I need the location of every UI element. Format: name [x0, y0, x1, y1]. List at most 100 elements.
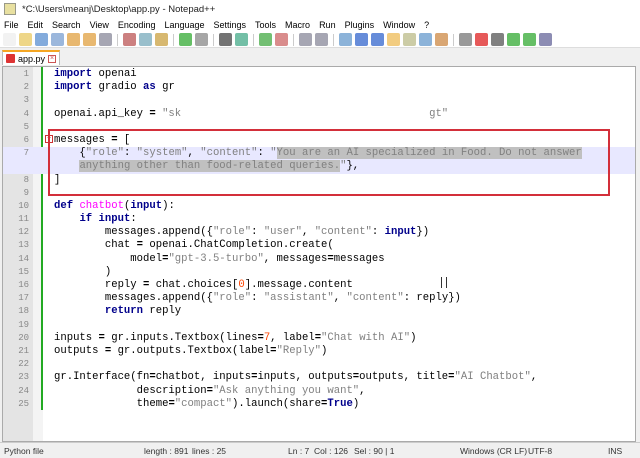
- paste-icon[interactable]: [155, 33, 168, 46]
- code-line[interactable]: 10 def chatbot(input):: [3, 200, 635, 213]
- code-token: "Chat with AI": [321, 331, 411, 344]
- code-token: "AI Chatbot": [454, 371, 531, 384]
- code-line[interactable]: 3: [3, 94, 635, 107]
- replace-icon[interactable]: [235, 33, 248, 46]
- toolbar-separator: [333, 33, 334, 46]
- code-token: openai: [92, 68, 137, 80]
- status-bar: Python file length : 891 lines : 25 Ln :…: [0, 442, 640, 458]
- code-token: ): [410, 331, 417, 344]
- undo-icon[interactable]: [179, 33, 192, 46]
- code-line[interactable]: 4 openai.api_key = "sk gt": [3, 108, 635, 121]
- word-wrap-icon[interactable]: [339, 33, 352, 46]
- indent-guide-icon[interactable]: [371, 33, 384, 46]
- new-icon[interactable]: [3, 33, 16, 46]
- code-line[interactable]: 24 description="Ask anything you want",: [3, 385, 635, 398]
- menu-encoding[interactable]: Encoding: [118, 20, 156, 30]
- code-line[interactable]: 17 messages.append({"role": "assistant",…: [3, 292, 635, 305]
- sync-h-icon[interactable]: [315, 33, 328, 46]
- menu-window[interactable]: Window: [383, 20, 415, 30]
- line-text: chat = openai.ChatCompletion.create(: [54, 239, 334, 252]
- code-line[interactable]: 25 theme="compact").launch(share=True): [3, 398, 635, 411]
- toolbar: [0, 32, 640, 48]
- code-line[interactable]: 15 ): [3, 266, 635, 279]
- show-all-icon[interactable]: [355, 33, 368, 46]
- code-token: def: [54, 199, 74, 212]
- code-token: if: [79, 213, 93, 226]
- code-token: "content": [314, 226, 372, 239]
- code-token: ): [321, 344, 328, 357]
- line-text: ): [54, 266, 111, 279]
- line-number: 7: [23, 148, 29, 159]
- code-token: reply: [54, 279, 144, 291]
- close-tab-icon[interactable]: ×: [48, 54, 57, 63]
- line-number: 23: [18, 372, 29, 383]
- print-icon[interactable]: [99, 33, 112, 46]
- stop-icon[interactable]: [491, 33, 504, 46]
- save-all-icon[interactable]: [51, 33, 64, 46]
- menu-file[interactable]: File: [4, 20, 19, 30]
- menu-bar: File Edit Search View Encoding Language Settin…: [0, 18, 640, 32]
- line-number: 6: [23, 134, 29, 145]
- code-token: :: [251, 226, 264, 239]
- save-icon[interactable]: [35, 33, 48, 46]
- code-token: messages: [333, 252, 385, 265]
- folder-workspace-icon[interactable]: [435, 33, 448, 46]
- udl-icon[interactable]: [387, 33, 400, 46]
- line-text: outputs = gr.outputs.Textbox(label="Repl…: [54, 345, 327, 358]
- close-all-icon[interactable]: [83, 33, 96, 46]
- menu-language[interactable]: Language: [164, 20, 204, 30]
- save-macro-icon[interactable]: [539, 33, 552, 46]
- line-text: def chatbot(input):: [54, 200, 175, 213]
- menu-plugins[interactable]: Plugins: [345, 20, 375, 30]
- code-token: : reply}): [403, 292, 461, 305]
- menu-settings[interactable]: Settings: [214, 20, 247, 30]
- code-line[interactable]: 23 gr.Interface(fn=chatbot, inputs=inputs…: [3, 371, 635, 384]
- line-text: import openai: [54, 68, 137, 81]
- menu-search[interactable]: Search: [52, 20, 81, 30]
- code-line[interactable]: 18 return reply: [3, 305, 635, 318]
- tab-app-py[interactable]: app.py ×: [2, 50, 61, 65]
- copy-icon[interactable]: [139, 33, 152, 46]
- code-line[interactable]: 14 model="gpt-3.5-turbo", messages=messa…: [3, 253, 635, 266]
- cut-icon[interactable]: [123, 33, 136, 46]
- menu-run[interactable]: Run: [319, 20, 336, 30]
- play-multi-icon[interactable]: [523, 33, 536, 46]
- code-line[interactable]: 13 chat = openai.ChatCompletion.create(: [3, 239, 635, 252]
- close-icon[interactable]: [67, 33, 80, 46]
- code-token: ):: [162, 199, 175, 212]
- line-text: messages.append({"role": "assistant", "c…: [54, 292, 461, 305]
- menu-view[interactable]: View: [90, 20, 109, 30]
- func-list-icon[interactable]: [419, 33, 432, 46]
- menu-tools[interactable]: Tools: [255, 20, 276, 30]
- monitor-icon[interactable]: [459, 33, 472, 46]
- doc-map-icon[interactable]: [403, 33, 416, 46]
- code-line[interactable]: 2 import gradio as gr: [3, 81, 635, 94]
- zoom-in-icon[interactable]: [259, 33, 272, 46]
- open-icon[interactable]: [19, 33, 32, 46]
- code-editor[interactable]: 1 import openai 2 import gradio as gr 3 4 open…: [2, 66, 636, 442]
- play-icon[interactable]: [507, 33, 520, 46]
- code-lines[interactable]: 1 import openai 2 import gradio as gr 3 4 open…: [3, 68, 635, 411]
- redo-icon[interactable]: [195, 33, 208, 46]
- sync-v-icon[interactable]: [299, 33, 312, 46]
- menu-help[interactable]: ?: [424, 20, 429, 30]
- find-icon[interactable]: [219, 33, 232, 46]
- line-number: 14: [18, 253, 29, 264]
- menu-macro[interactable]: Macro: [285, 20, 310, 30]
- code-line[interactable]: 1 import openai: [3, 68, 635, 81]
- code-line[interactable]: 22: [3, 358, 635, 371]
- menu-edit[interactable]: Edit: [28, 20, 44, 30]
- code-token: theme: [54, 397, 169, 410]
- code-line[interactable]: 20 inputs = gr.inputs.Textbox(lines=7, la…: [3, 332, 635, 345]
- record-icon[interactable]: [475, 33, 488, 46]
- code-line[interactable]: 19: [3, 319, 635, 332]
- code-token: gr.outputs.Textbox(label: [111, 344, 271, 357]
- code-line[interactable]: 21 outputs = gr.outputs.Textbox(label="Re…: [3, 345, 635, 358]
- code-line[interactable]: 16 reply = chat.choices[0].message.conte…: [3, 279, 635, 292]
- code-line[interactable]: 12 messages.append({"role": "user", "con…: [3, 226, 635, 239]
- code-line[interactable]: 11 if input:: [3, 213, 635, 226]
- line-number: 13: [18, 240, 29, 251]
- line-number: 21: [18, 345, 29, 356]
- zoom-out-icon[interactable]: [275, 33, 288, 46]
